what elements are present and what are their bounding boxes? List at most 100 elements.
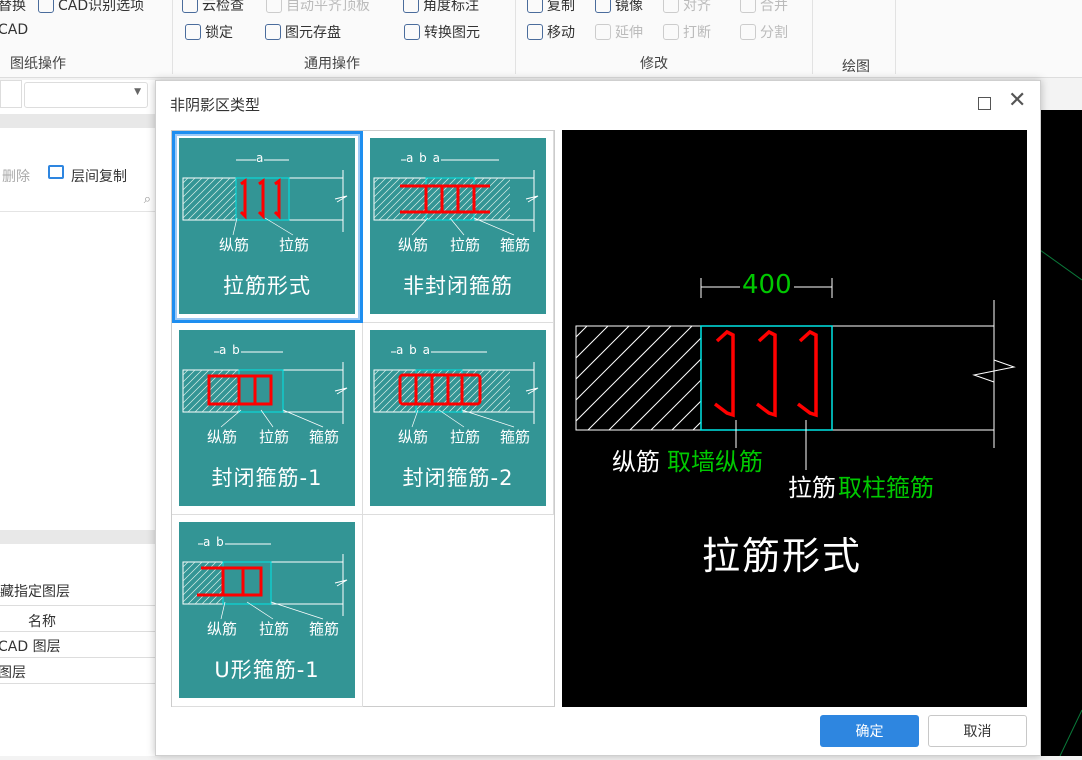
delete-button[interactable]: 删除 xyxy=(2,166,30,186)
tool-icon xyxy=(38,0,54,13)
dimension-label: a b xyxy=(203,535,225,549)
group-draw: 绘图 xyxy=(842,59,870,75)
ribbon-button-label: 合并 xyxy=(760,0,788,14)
rebar-label: 纵筋 xyxy=(398,428,429,446)
stirrup xyxy=(197,566,263,597)
ribbon-button[interactable]: 对齐 xyxy=(663,0,711,15)
type-tile[interactable]: a 纵筋 拉筋 拉筋形式 xyxy=(179,138,355,314)
ribbon-button-label: 替换 xyxy=(0,0,26,14)
group-drawing-ops[interactable]: 图纸操作 xyxy=(10,53,66,73)
ribbon-button[interactable]: 图元存盘 xyxy=(265,22,341,42)
tool-icon xyxy=(663,24,679,40)
rebar-label: 纵筋 xyxy=(219,236,250,254)
cad-canvas[interactable] xyxy=(1039,110,1082,757)
break-symbol xyxy=(525,195,539,203)
tool-icon xyxy=(404,24,420,40)
type-tile[interactable]: a b a 纵筋 拉筋 箍筋 封闭箍筋-2 xyxy=(370,330,546,506)
dimension-label: a b xyxy=(219,343,241,357)
leader-line xyxy=(220,409,242,428)
ribbon-button-label: 角度标注 xyxy=(423,0,479,14)
type-option-closed1[interactable]: a b 纵筋 拉筋 箍筋 封闭箍筋-1 xyxy=(172,323,363,515)
floor-dropdown[interactable]: ▼ xyxy=(24,82,148,108)
layer-panel-header xyxy=(0,530,155,544)
type-title: 封闭箍筋-1 xyxy=(211,466,323,490)
ok-button[interactable]: 确定 xyxy=(820,715,919,747)
ribbon-button[interactable]: 复制 xyxy=(527,0,575,15)
tie-bar xyxy=(273,178,281,220)
leader-line xyxy=(220,601,226,620)
group-common-ops[interactable]: 通用操作 xyxy=(304,53,360,73)
ribbon-button[interactable]: 云检查 xyxy=(182,0,244,15)
type-title: 拉筋形式 xyxy=(223,274,311,298)
floor-copy-button[interactable]: 层间复制 xyxy=(71,166,127,186)
tie-bar xyxy=(796,329,818,418)
preview-label-white: 纵筋 xyxy=(612,448,660,476)
ribbon-toolbar: 替换 CAD识别选项 云检查 自动平齐顶板 角度标注 复制 镜像 对齐 合并 CAD 锁定 图元存盘 转… xyxy=(0,0,1082,78)
ribbon-button-label: 打断 xyxy=(683,25,711,41)
ribbon-button[interactable]: 合并 xyxy=(740,0,788,15)
leader-line xyxy=(264,217,294,236)
dimension-label: a b a xyxy=(406,151,441,165)
ribbon-button[interactable]: CAD xyxy=(0,22,28,38)
layer-row[interactable]: 图层 xyxy=(0,662,26,682)
dialog-title: 非阴影区类型 xyxy=(170,96,261,114)
type-option-closed2[interactable]: a b a 纵筋 拉筋 箍筋 封闭箍筋-2 xyxy=(363,323,554,515)
mode-dropdown[interactable] xyxy=(0,80,22,108)
layer-row[interactable]: CAD 图层 xyxy=(0,636,61,656)
group-modify[interactable]: 修改 xyxy=(640,53,668,73)
tool-icon xyxy=(663,0,679,13)
ribbon-button[interactable]: 移动 xyxy=(527,22,575,42)
ribbon-button[interactable]: 锁定 xyxy=(185,22,233,42)
tool-icon xyxy=(403,0,419,13)
ribbon-button-label: 云检查 xyxy=(202,0,244,14)
ribbon-button[interactable]: 镜像 xyxy=(595,0,643,15)
rebar-label: 纵筋 xyxy=(207,620,238,638)
ribbon-button[interactable]: 角度标注 xyxy=(403,0,479,15)
leader-line xyxy=(449,217,465,236)
ribbon-button-label: 分割 xyxy=(760,25,788,41)
rebar-label: 纵筋 xyxy=(207,428,238,446)
type-option-tie[interactable]: a 纵筋 拉筋 拉筋形式 xyxy=(172,131,363,323)
ribbon-button[interactable]: 转换图元 xyxy=(404,22,480,42)
tool-icon xyxy=(265,24,281,40)
break-symbol xyxy=(334,387,348,395)
rebar-label: 箍筋 xyxy=(309,620,340,638)
hatch xyxy=(183,178,236,220)
left-panel: ▼ 删除 层间复制 ⌕ 隐藏指定图层 名称 CAD 图层 图层 xyxy=(0,80,155,756)
ribbon-button-label: CAD xyxy=(0,22,29,38)
ribbon-button[interactable]: CAD识别选项 xyxy=(38,0,144,15)
search-input[interactable]: ⌕ xyxy=(0,190,155,212)
cancel-button[interactable]: 取消 xyxy=(928,715,1027,747)
type-tile[interactable]: a b 纵筋 拉筋 箍筋 U形箍筋-1 xyxy=(179,522,355,698)
ribbon-button[interactable]: 分割 xyxy=(740,22,788,42)
rebar-label: 拉筋 xyxy=(259,620,290,638)
ribbon-button[interactable]: 延伸 xyxy=(595,22,643,42)
close-icon[interactable]: ✕ xyxy=(1008,90,1026,112)
type-option-open[interactable]: a b a 纵筋 拉筋 箍筋 非封闭箍筋 xyxy=(363,131,554,323)
hide-layer-option[interactable]: 隐藏指定图层 xyxy=(0,581,70,601)
ribbon-button-label: 对齐 xyxy=(683,0,711,14)
maximize-icon[interactable] xyxy=(978,97,991,110)
ribbon-button-label: 镜像 xyxy=(615,0,643,14)
ribbon-button[interactable]: 打断 xyxy=(663,22,711,42)
type-tile[interactable]: a b a 纵筋 拉筋 箍筋 非封闭箍筋 xyxy=(370,138,546,314)
type-title: U形箍筋-1 xyxy=(214,658,320,682)
ribbon-button[interactable]: 替换 xyxy=(0,0,26,15)
ribbon-button-label: CAD识别选项 xyxy=(58,0,145,14)
type-title: 封闭箍筋-2 xyxy=(402,466,514,490)
leader-line xyxy=(473,217,515,236)
copy-icon xyxy=(48,165,64,179)
ribbon-button-label: 转换图元 xyxy=(424,25,480,41)
column-header-name: 名称 xyxy=(28,614,56,630)
panel-header xyxy=(0,114,155,128)
rebar-label: 纵筋 xyxy=(398,236,429,254)
leader-line xyxy=(438,409,465,428)
rebar-label: 箍筋 xyxy=(500,428,531,446)
leader-line xyxy=(246,601,274,620)
type-option-u1[interactable]: a b 纵筋 拉筋 箍筋 U形箍筋-1 xyxy=(172,515,363,707)
hatch xyxy=(576,326,701,430)
search-icon: ⌕ xyxy=(143,192,151,207)
type-tile[interactable]: a b 纵筋 拉筋 箍筋 封闭箍筋-1 xyxy=(179,330,355,506)
ribbon-button[interactable]: 自动平齐顶板 xyxy=(266,0,370,15)
ribbon-button-label: 复制 xyxy=(547,0,575,14)
